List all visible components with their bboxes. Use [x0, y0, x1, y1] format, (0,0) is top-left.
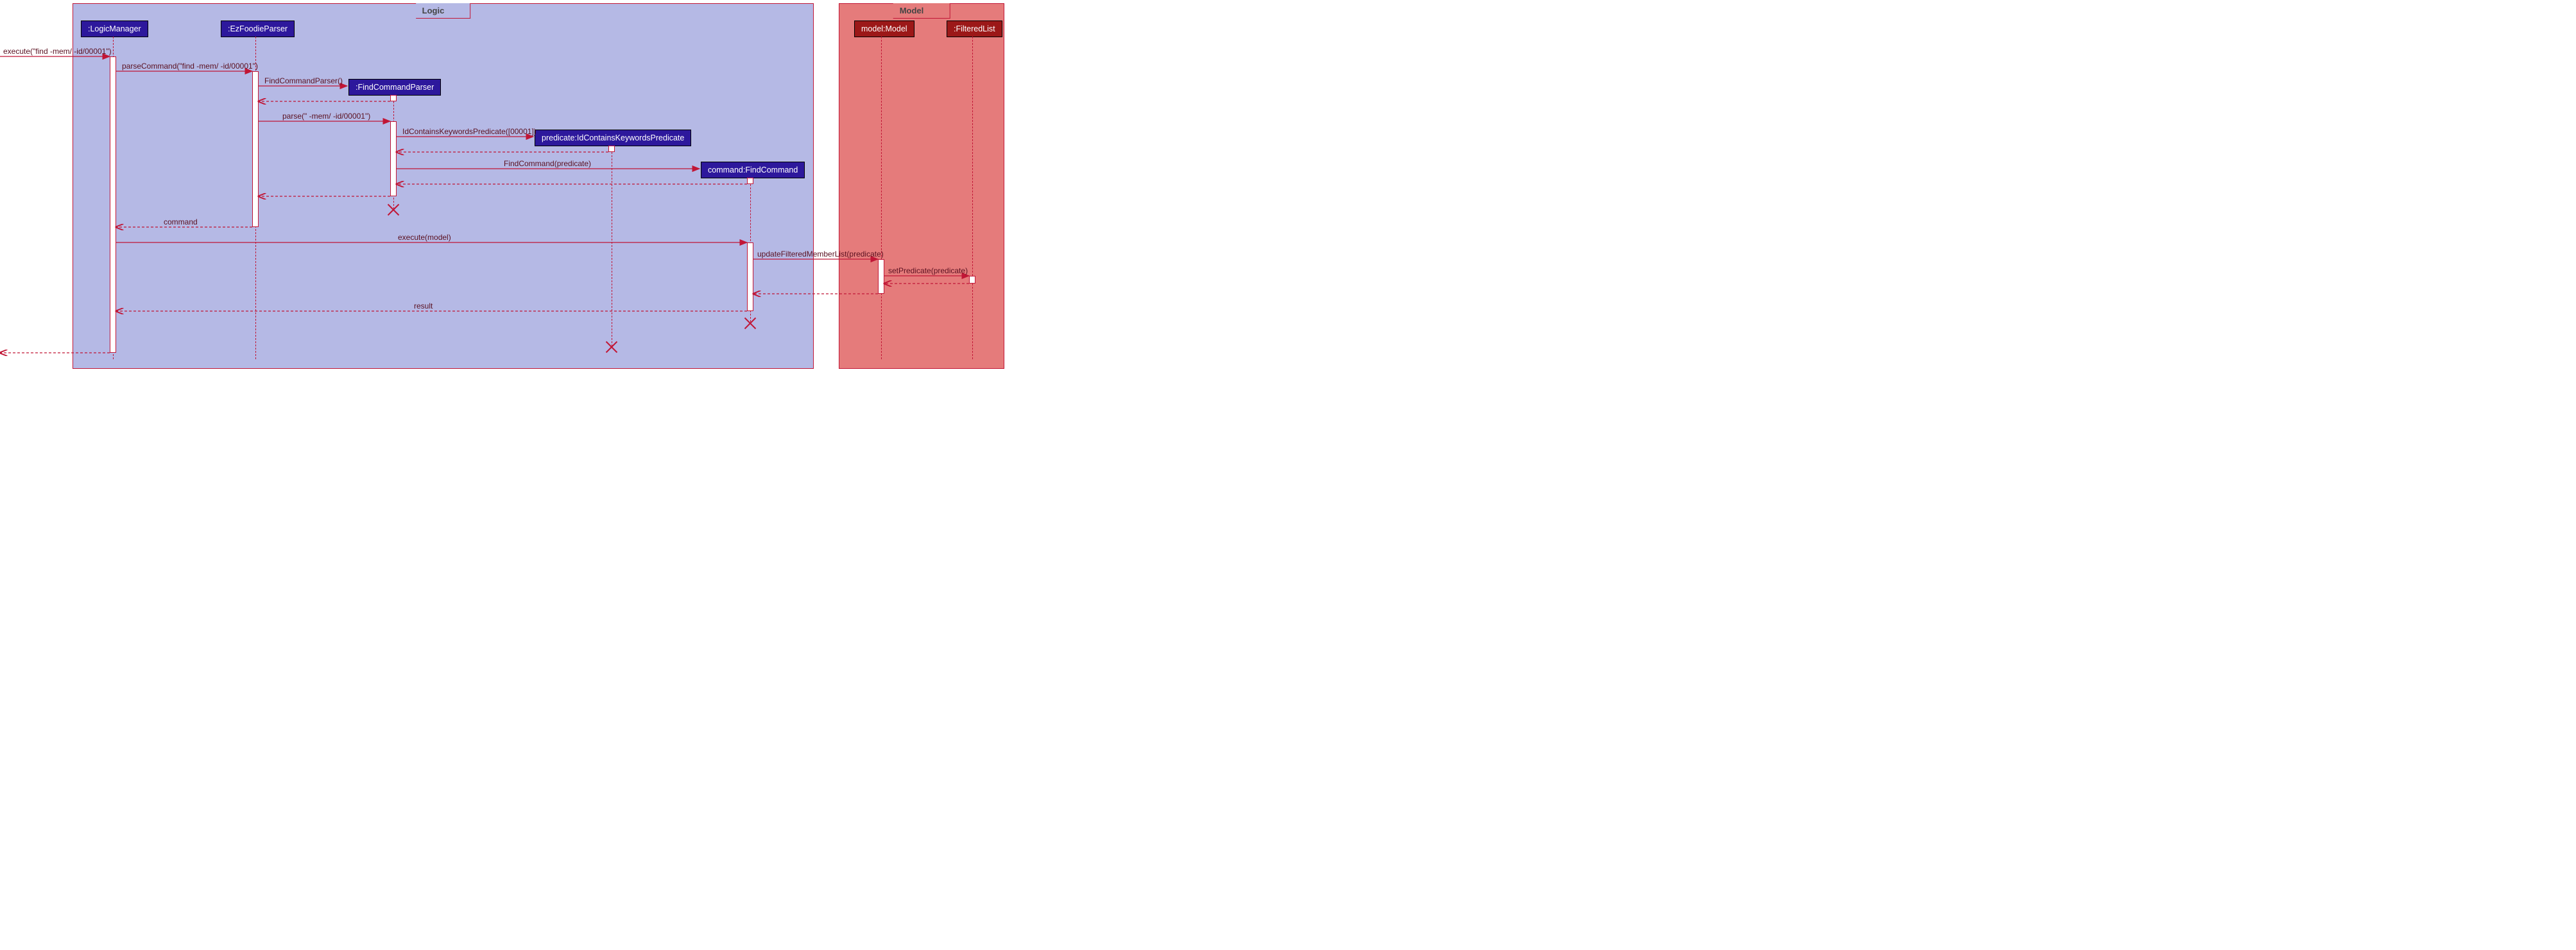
participant-predicate: predicate:IdContainsKeywordsPredicate: [535, 130, 691, 146]
activation-fcp-create: [390, 95, 397, 101]
participant-find-command: command:FindCommand: [701, 162, 805, 178]
msg-parse-command: parseCommand("find -mem/ -id/00001"): [122, 62, 258, 71]
msg-findcmd-ctor: FindCommand(predicate): [504, 159, 591, 168]
msg-execute-in: execute("find -mem/ -id/00001"): [3, 47, 112, 56]
msg-execute-model: execute(model): [398, 233, 451, 242]
participant-filtered-list: :FilteredList: [947, 21, 1002, 37]
participant-logic-manager: :LogicManager: [81, 21, 148, 37]
logic-frame-label: Logic: [416, 3, 471, 19]
model-frame: Model: [839, 3, 1004, 369]
lifeline-model: [881, 37, 882, 359]
activation-filtered-list: [969, 276, 975, 284]
activation-ezfoodie-parser: [252, 71, 259, 227]
activation-logic-manager: [110, 56, 116, 353]
msg-predicate-ctor: IdContainsKeywordsPredicate([00001]): [402, 127, 537, 136]
sequence-diagram: Logic Model :LogicManager :EzFoodieParse…: [0, 0, 1008, 372]
participant-model: model:Model: [854, 21, 914, 37]
participant-ezfoodie-parser: :EzFoodieParser: [221, 21, 295, 37]
activation-fcp-parse: [390, 121, 397, 196]
logic-frame: Logic: [73, 3, 814, 369]
msg-command-return: command: [164, 217, 198, 226]
activation-predicate: [608, 146, 615, 152]
msg-fcp-ctor: FindCommandParser(): [264, 76, 343, 85]
lifeline-filtered-list: [972, 37, 973, 359]
msg-update-filtered: updateFilteredMemberList(predicate): [757, 250, 884, 259]
msg-parse: parse(" -mem/ -id/00001"): [282, 112, 370, 121]
activation-model: [878, 259, 884, 294]
activation-findcmd-create: [747, 178, 753, 184]
activation-findcmd-exec: [747, 242, 753, 311]
model-frame-label: Model: [893, 3, 950, 19]
msg-set-predicate: setPredicate(predicate): [888, 266, 968, 275]
msg-result-return: result: [414, 301, 433, 310]
participant-find-command-parser: :FindCommandParser: [348, 79, 441, 96]
